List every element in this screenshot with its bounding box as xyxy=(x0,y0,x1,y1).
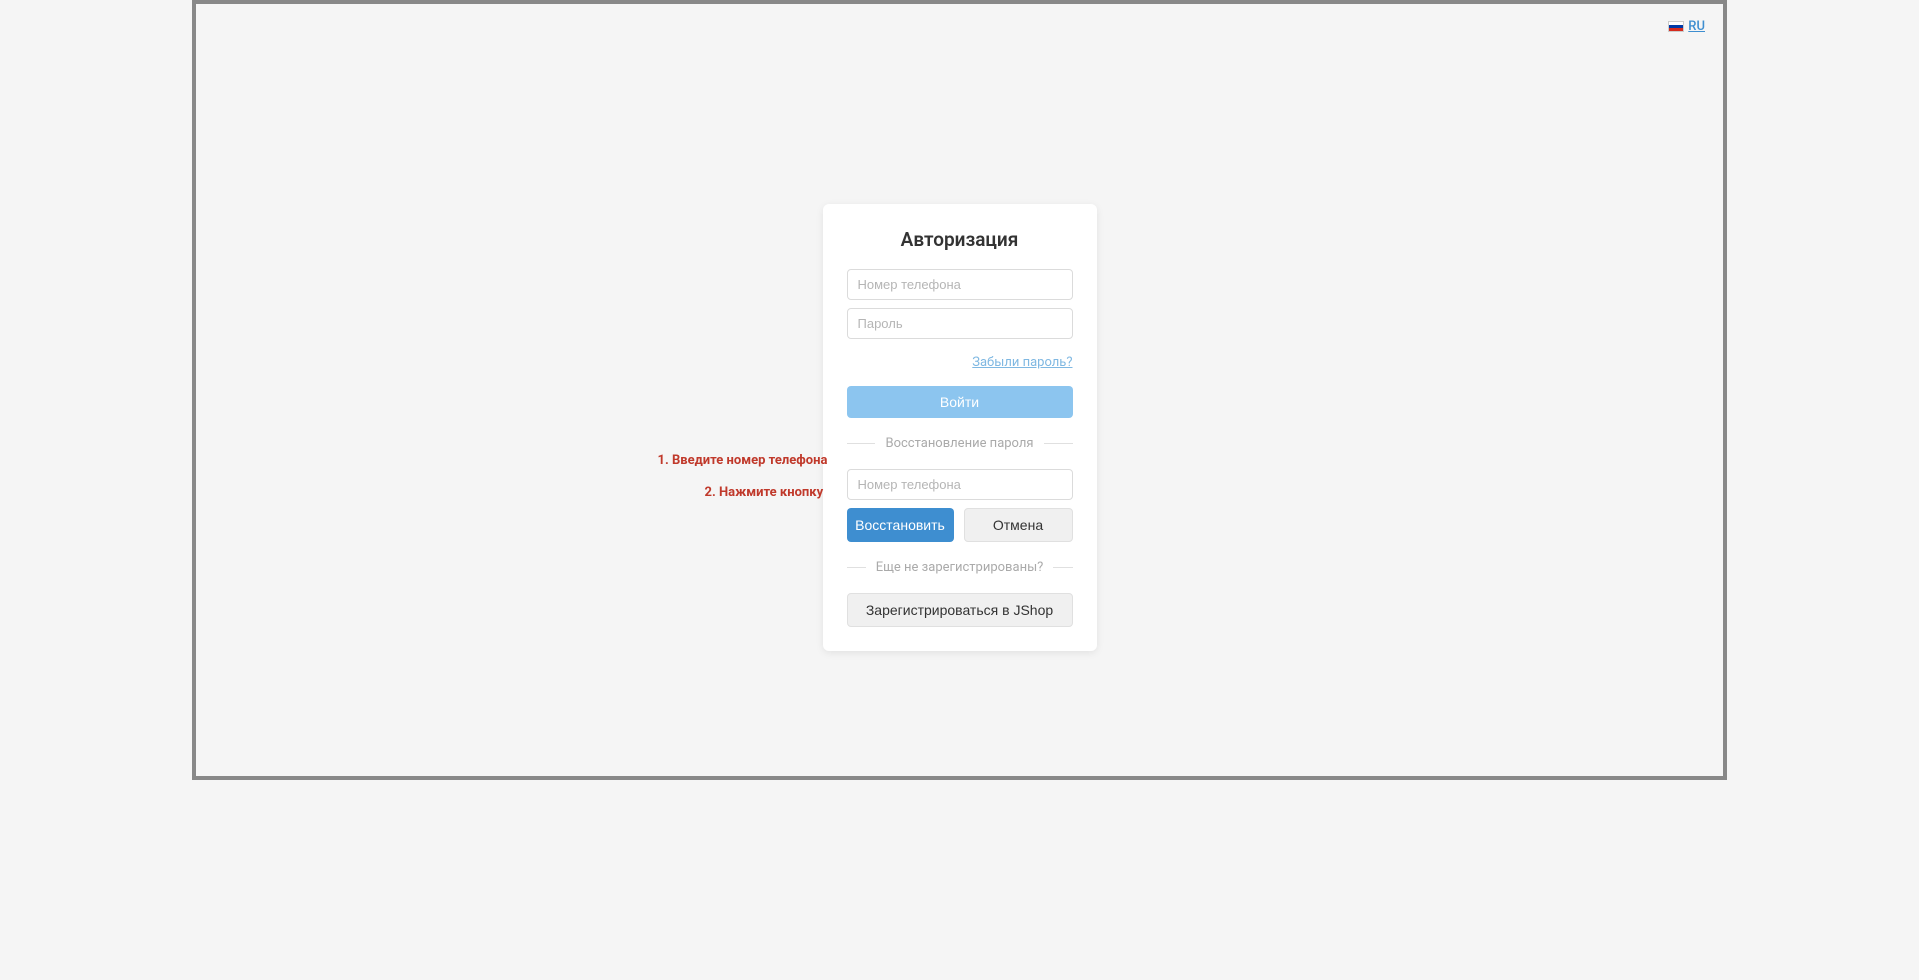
register-button[interactable]: Зарегистрироваться в JShop xyxy=(847,593,1073,627)
divider-line xyxy=(1044,443,1073,444)
annotation-step-2: 2. Нажмите кнопку xyxy=(705,485,824,500)
recovery-divider-text: Восстановление пароля xyxy=(885,436,1033,451)
forgot-password-link[interactable]: Забыли пароль? xyxy=(972,355,1072,370)
divider-line xyxy=(1053,567,1072,568)
register-divider: Еще не зарегистрированы? xyxy=(847,560,1073,575)
auth-card: 1. Введите номер телефона 2. Нажмите кно… xyxy=(823,204,1097,651)
cancel-button[interactable]: Отмена xyxy=(964,508,1073,542)
auth-title: Авторизация xyxy=(847,228,1073,251)
recovery-phone-input[interactable] xyxy=(847,469,1073,500)
divider-line xyxy=(847,443,876,444)
password-input[interactable] xyxy=(847,308,1073,339)
recover-button[interactable]: Восстановить xyxy=(847,508,954,542)
register-divider-text: Еще не зарегистрированы? xyxy=(876,560,1044,575)
login-button[interactable]: Войти xyxy=(847,386,1073,418)
russian-flag-icon xyxy=(1668,21,1684,32)
divider-line xyxy=(847,567,866,568)
language-selector[interactable]: RU xyxy=(1668,19,1705,34)
recovery-divider: Восстановление пароля xyxy=(847,436,1073,451)
annotation-step-1: 1. Введите номер телефона xyxy=(658,453,828,468)
phone-input[interactable] xyxy=(847,269,1073,300)
language-link[interactable]: RU xyxy=(1688,19,1705,34)
